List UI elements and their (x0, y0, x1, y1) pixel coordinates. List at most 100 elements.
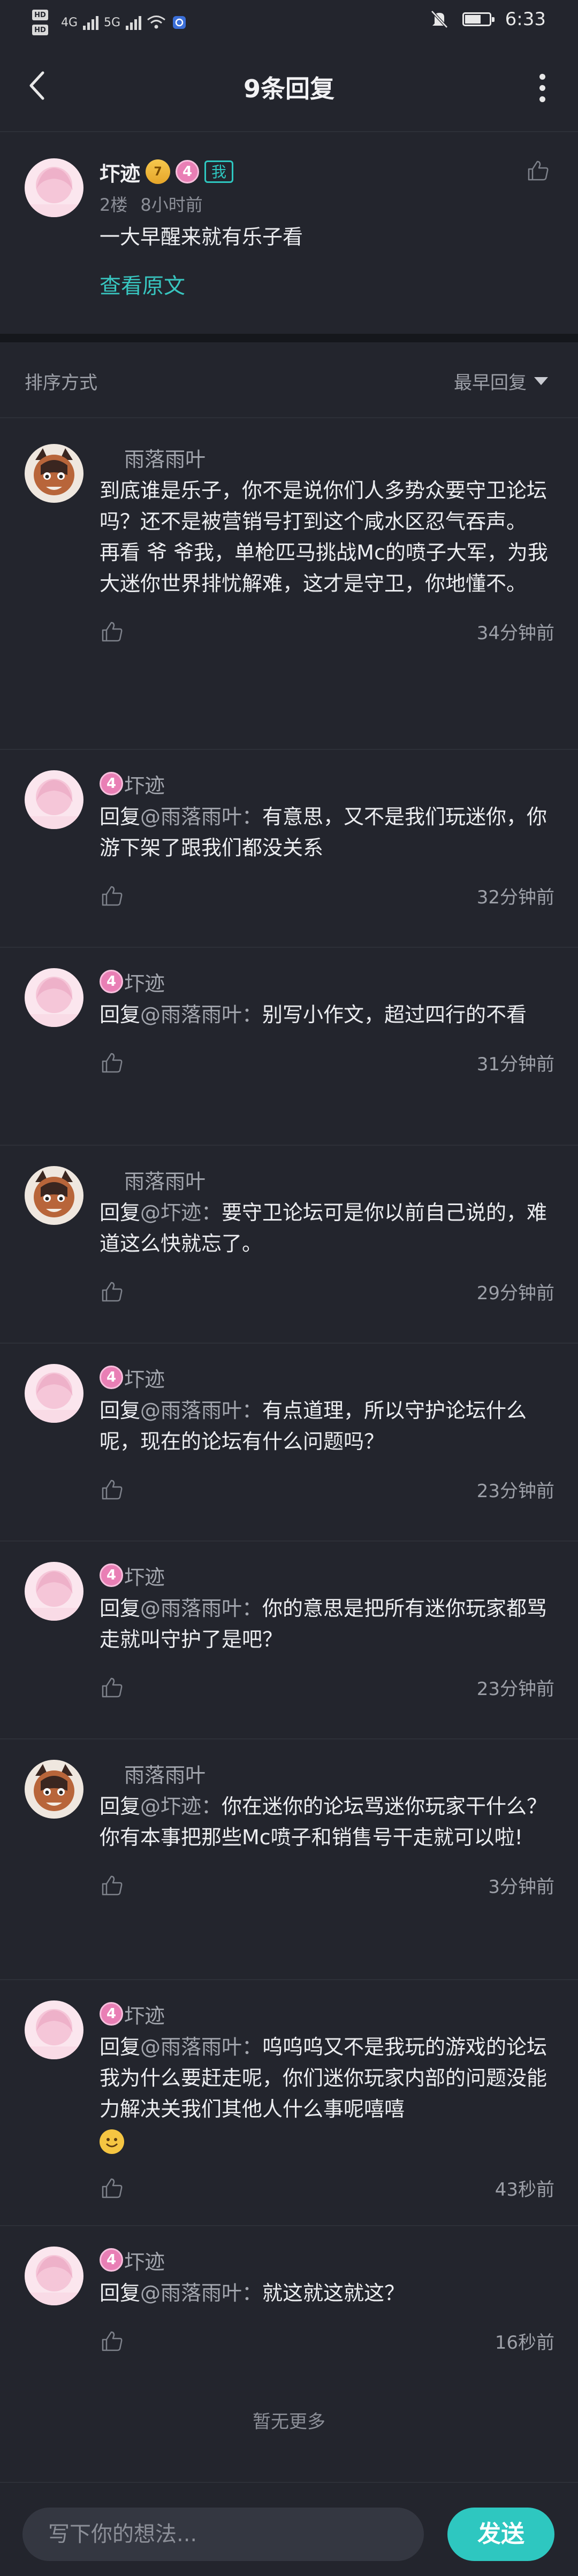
no-more-label: 暂无更多 (253, 2411, 325, 2433)
reply-time: 23分钟前 (476, 1481, 554, 1502)
rank-badge: 4 (100, 772, 123, 795)
network-label: 4G (61, 16, 78, 29)
reply-body: 雨落雨叶 回复@圷迹：你在迷你的论坛骂迷你玩家干什么？你有本事把那些Mc喷子和销… (100, 1760, 554, 1898)
username[interactable]: 雨落雨叶 (124, 443, 578, 472)
send-button[interactable]: 发送 (447, 2508, 554, 2561)
name-row: 雨落雨叶 (100, 1760, 554, 1787)
more-icon[interactable] (539, 74, 546, 102)
reply-content: 到底谁是乐子，你不是说你们人多势众要守卫论坛吗？还不是被营销号打到这个咸水区忍气… (100, 475, 554, 599)
reply-time: 31分钟前 (476, 1054, 554, 1075)
like-icon[interactable] (526, 158, 550, 183)
name-row: 圷迹 4 (100, 1562, 554, 1589)
avatar[interactable] (25, 1166, 83, 1225)
reply-body: 雨落雨叶 到底谁是乐子，你不是说你们人多势众要守卫论坛吗？还不是被营销号打到这个… (100, 444, 554, 645)
name-row: 雨落雨叶 (100, 1166, 554, 1193)
like-icon[interactable] (100, 1279, 124, 1304)
like-icon[interactable] (100, 619, 124, 644)
mention-link[interactable]: @雨落雨叶： (140, 1003, 262, 1026)
like-icon[interactable] (100, 2329, 124, 2353)
reply-content: 回复@圷迹：要守卫论坛可是你以前自己说的，难道这么快就忘了。 (100, 1197, 554, 1259)
signal-icon (83, 15, 99, 30)
reply-item: 圷迹 4 回复@雨落雨叶：你的意思是把所有迷你玩家都骂走就叫守护了是吧？ 23分钟… (25, 1562, 554, 1700)
username[interactable]: 雨落雨叶 (124, 1759, 578, 1788)
username[interactable]: 圷迹 (100, 157, 140, 187)
name-row: 圷迹 4 (100, 2000, 554, 2028)
mention-link[interactable]: @雨落雨叶： (140, 1597, 262, 1620)
input-bar: 写下你的想法... 发送 (0, 2482, 578, 2576)
reply-body: 圷迹 4 回复@雨落雨叶：呜呜呜又不是我玩的游戏的论坛我为什么要赶走呢，你们迷你玩… (100, 2000, 554, 2201)
name-row: 圷迹 4 (100, 1364, 554, 1391)
like-icon[interactable] (100, 884, 124, 908)
avatar[interactable] (25, 2000, 83, 2059)
avatar[interactable] (25, 444, 83, 503)
like-icon[interactable] (100, 1477, 124, 1502)
floor-label: 2楼 (100, 195, 128, 215)
clock: 6:33 (505, 9, 546, 30)
signal-icon (126, 15, 142, 30)
divider (0, 947, 578, 948)
reply-body: 圷迹 4 回复@雨落雨叶：有意思，又不是我们玩迷你，你游下架了跟我们都没关系 32… (100, 770, 554, 909)
username[interactable]: 圷迹 (124, 1363, 578, 1392)
mention-link[interactable]: @雨落雨叶： (140, 2281, 262, 2305)
mention-link[interactable]: @圷迹： (140, 1795, 222, 1818)
reply-content: 回复@圷迹：你在迷你的论坛骂迷你玩家干什么？你有本事把那些Mc喷子和销售号干走就… (100, 1791, 554, 1853)
username[interactable]: 圷迹 (124, 2245, 578, 2275)
sort-dropdown[interactable]: 最早回复 (454, 368, 548, 394)
reply-prefix: 回复 (100, 2281, 141, 2305)
reply-time: 34分钟前 (476, 623, 554, 644)
like-icon[interactable] (100, 2176, 124, 2201)
divider (0, 131, 578, 132)
sort-label: 排序方式 (25, 372, 97, 394)
vpn-icon (173, 16, 186, 29)
like-icon[interactable] (100, 1051, 124, 1075)
reply-item: 圷迹 4 回复@雨落雨叶：别写小作文，超过四行的不看 31分钟前 (25, 968, 554, 1076)
me-tag: 我 (204, 160, 234, 183)
avatar[interactable] (25, 1364, 83, 1423)
name-row: 圷迹 7 4 我 (100, 157, 554, 187)
avatar[interactable] (25, 770, 83, 829)
post-time: 8小时前 (140, 195, 203, 215)
battery-icon (462, 12, 495, 26)
name-row: 雨落雨叶 (100, 444, 554, 471)
mention-link[interactable]: @雨落雨叶： (140, 805, 262, 829)
rank-badge: 4 (176, 160, 200, 183)
divider (0, 1979, 578, 1980)
username[interactable]: 雨落雨叶 (124, 1165, 578, 1194)
avatar[interactable] (25, 968, 83, 1027)
sort-bar: 排序方式 最早回复 (0, 342, 578, 417)
divider (0, 1343, 578, 1344)
view-original-link[interactable]: 查看原文 (100, 269, 554, 300)
reply-footer: 23分钟前 (100, 1674, 554, 1700)
reply-footer: 3分钟前 (100, 1872, 554, 1898)
hd-label: HD (32, 10, 48, 20)
sort-value: 最早回复 (454, 372, 527, 394)
like-icon[interactable] (100, 1873, 124, 1898)
avatar[interactable] (25, 1562, 83, 1621)
reply-content: 回复@雨落雨叶：你的意思是把所有迷你玩家都骂走就叫守护了是吧？ (100, 1593, 554, 1655)
page-title: 9条回复 (243, 74, 334, 103)
mention-link[interactable]: @圷迹： (140, 1201, 222, 1224)
like-icon[interactable] (100, 1675, 124, 1700)
username[interactable]: 圷迹 (124, 769, 578, 799)
reply-body: 圷迹 4 回复@雨落雨叶：别写小作文，超过四行的不看 31分钟前 (100, 968, 554, 1076)
rank-badge: 4 (100, 1366, 123, 1389)
status-left: HD HD 4G 5G (32, 10, 187, 35)
reply-body: 圷迹 4 回复@雨落雨叶：就这就这就这？ 16秒前 (100, 2247, 554, 2354)
reply-time: 43秒前 (495, 2179, 554, 2201)
reply-footer: 31分钟前 (100, 1049, 554, 1076)
reply-content: 回复@雨落雨叶：有意思，又不是我们玩迷你，你游下架了跟我们都没关系 (100, 801, 554, 863)
reply-text: 别写小作文，超过四行的不看 (262, 1003, 527, 1026)
username[interactable]: 圷迹 (124, 1561, 578, 1590)
mention-link[interactable]: @雨落雨叶： (140, 1399, 262, 1422)
nav-bar: 9条回复 (0, 43, 578, 131)
username[interactable]: 圷迹 (124, 1999, 578, 2029)
username[interactable]: 圷迹 (124, 967, 578, 996)
comment-input[interactable]: 写下你的想法... (22, 2508, 424, 2561)
avatar[interactable] (25, 1760, 83, 1819)
reply-footer: 29分钟前 (100, 1278, 554, 1305)
battery-fill (465, 15, 481, 24)
avatar[interactable] (25, 158, 83, 217)
avatar[interactable] (25, 2247, 83, 2305)
smile-emoji (100, 2129, 124, 2154)
mention-link[interactable]: @雨落雨叶： (140, 2035, 262, 2059)
